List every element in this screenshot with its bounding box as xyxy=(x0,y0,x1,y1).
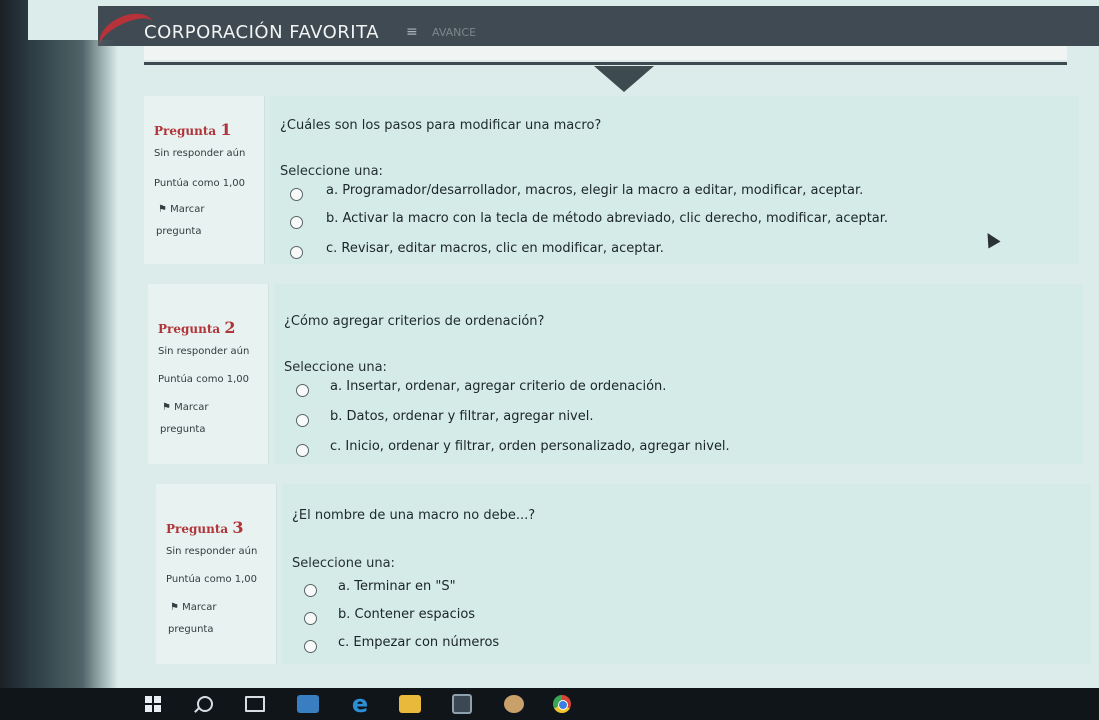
option-radio-b[interactable] xyxy=(290,216,303,229)
question-content: ¿Cómo agregar criterios de ordenación? S… xyxy=(274,284,1083,464)
option-radio-a[interactable] xyxy=(296,384,309,397)
calculator-icon[interactable] xyxy=(446,688,478,720)
question-info: Pregunta 3 Sin responder aún Puntúa como… xyxy=(156,484,277,664)
option-radio-c[interactable] xyxy=(304,640,317,653)
search-icon[interactable] xyxy=(190,688,220,720)
question-card-2: Pregunta 2 Sin responder aún Puntúa como… xyxy=(148,284,1083,464)
brand-name[interactable]: CORPORACIÓN FAVORITA xyxy=(144,22,379,43)
question-content: ¿Cuáles son los pasos para modificar una… xyxy=(270,96,1079,264)
flag-icon: ⚑ xyxy=(162,402,175,413)
menu-icon[interactable]: ≡ xyxy=(406,24,418,40)
flag-question-label[interactable]: pregunta xyxy=(160,424,205,435)
option-label-a[interactable]: a. Insertar, ordenar, agregar criterio d… xyxy=(330,379,666,394)
question-text: ¿El nombre de una macro no debe...? xyxy=(292,508,536,523)
flag-question-link[interactable]: ⚑ Marcar xyxy=(162,402,209,413)
header-divider xyxy=(144,62,1067,65)
flag-question-label[interactable]: pregunta xyxy=(168,624,213,635)
select-one-label: Seleccione una: xyxy=(280,164,383,179)
question-status: Sin responder aún xyxy=(166,546,258,557)
flag-question-link[interactable]: ⚑ Marcar xyxy=(170,602,217,613)
option-radio-b[interactable] xyxy=(304,612,317,625)
question-score: Puntúa como 1,00 xyxy=(166,574,258,585)
option-radio-a[interactable] xyxy=(304,584,317,597)
option-label-c[interactable]: c. Revisar, editar macros, clic en modif… xyxy=(326,241,664,256)
question-info: Pregunta 2 Sin responder aún Puntúa como… xyxy=(148,284,269,464)
question-status: Sin responder aún xyxy=(154,148,246,159)
question-number: Pregunta 1 xyxy=(154,120,232,139)
select-one-label: Seleccione una: xyxy=(284,360,387,375)
flag-question-label[interactable]: pregunta xyxy=(156,226,201,237)
windows-start-icon[interactable] xyxy=(138,688,168,720)
screen-glare xyxy=(28,40,118,690)
chrome-icon[interactable] xyxy=(546,688,578,720)
option-label-b[interactable]: b. Activar la macro con la tecla de méto… xyxy=(326,211,888,226)
paint-icon[interactable] xyxy=(498,688,530,720)
header-strip xyxy=(144,46,1067,60)
option-label-c[interactable]: c. Empezar con números xyxy=(338,635,499,650)
task-view-icon[interactable] xyxy=(240,688,270,720)
question-card-3: Pregunta 3 Sin responder aún Puntúa como… xyxy=(156,484,1091,664)
question-score: Puntúa como 1,00 xyxy=(158,374,250,385)
question-status: Sin responder aún xyxy=(158,346,250,357)
question-number: Pregunta 3 xyxy=(166,518,244,537)
edge-icon[interactable]: e xyxy=(344,688,376,720)
option-radio-c[interactable] xyxy=(296,444,309,457)
option-radio-b[interactable] xyxy=(296,414,309,427)
file-explorer-icon[interactable] xyxy=(394,688,426,720)
screen-bezel xyxy=(0,0,28,720)
flag-question-link[interactable]: ⚑ Marcar xyxy=(158,204,205,215)
browser-viewport: CORPORACIÓN FAVORITA ≡ AVANCE Pregunta 1… xyxy=(28,0,1099,690)
option-label-a[interactable]: a. Terminar en "S" xyxy=(338,579,456,594)
question-content: ¿El nombre de una macro no debe...? Sele… xyxy=(282,484,1091,664)
taskbar: e xyxy=(0,688,1099,720)
question-text: ¿Cuáles son los pasos para modificar una… xyxy=(280,118,602,133)
option-label-b[interactable]: b. Datos, ordenar y filtrar, agregar niv… xyxy=(330,409,594,424)
question-card-1: Pregunta 1 Sin responder aún Puntúa como… xyxy=(144,96,1079,264)
flag-icon: ⚑ xyxy=(170,602,183,613)
option-radio-c[interactable] xyxy=(290,246,303,259)
select-one-label: Seleccione una: xyxy=(292,556,395,571)
store-icon[interactable] xyxy=(292,688,324,720)
question-info: Pregunta 1 Sin responder aún Puntúa como… xyxy=(144,96,265,264)
option-label-b[interactable]: b. Contener espacios xyxy=(338,607,475,622)
question-text: ¿Cómo agregar criterios de ordenación? xyxy=(284,314,545,329)
option-radio-a[interactable] xyxy=(290,188,303,201)
collapse-arrow-icon[interactable] xyxy=(594,66,654,92)
option-label-a[interactable]: a. Programador/desarrollador, macros, el… xyxy=(326,183,863,198)
flag-icon: ⚑ xyxy=(158,204,171,215)
question-number: Pregunta 2 xyxy=(158,318,236,337)
nav-section-label[interactable]: AVANCE xyxy=(432,26,476,39)
option-label-c[interactable]: c. Inicio, ordenar y filtrar, orden pers… xyxy=(330,439,730,454)
question-score: Puntúa como 1,00 xyxy=(154,178,246,189)
